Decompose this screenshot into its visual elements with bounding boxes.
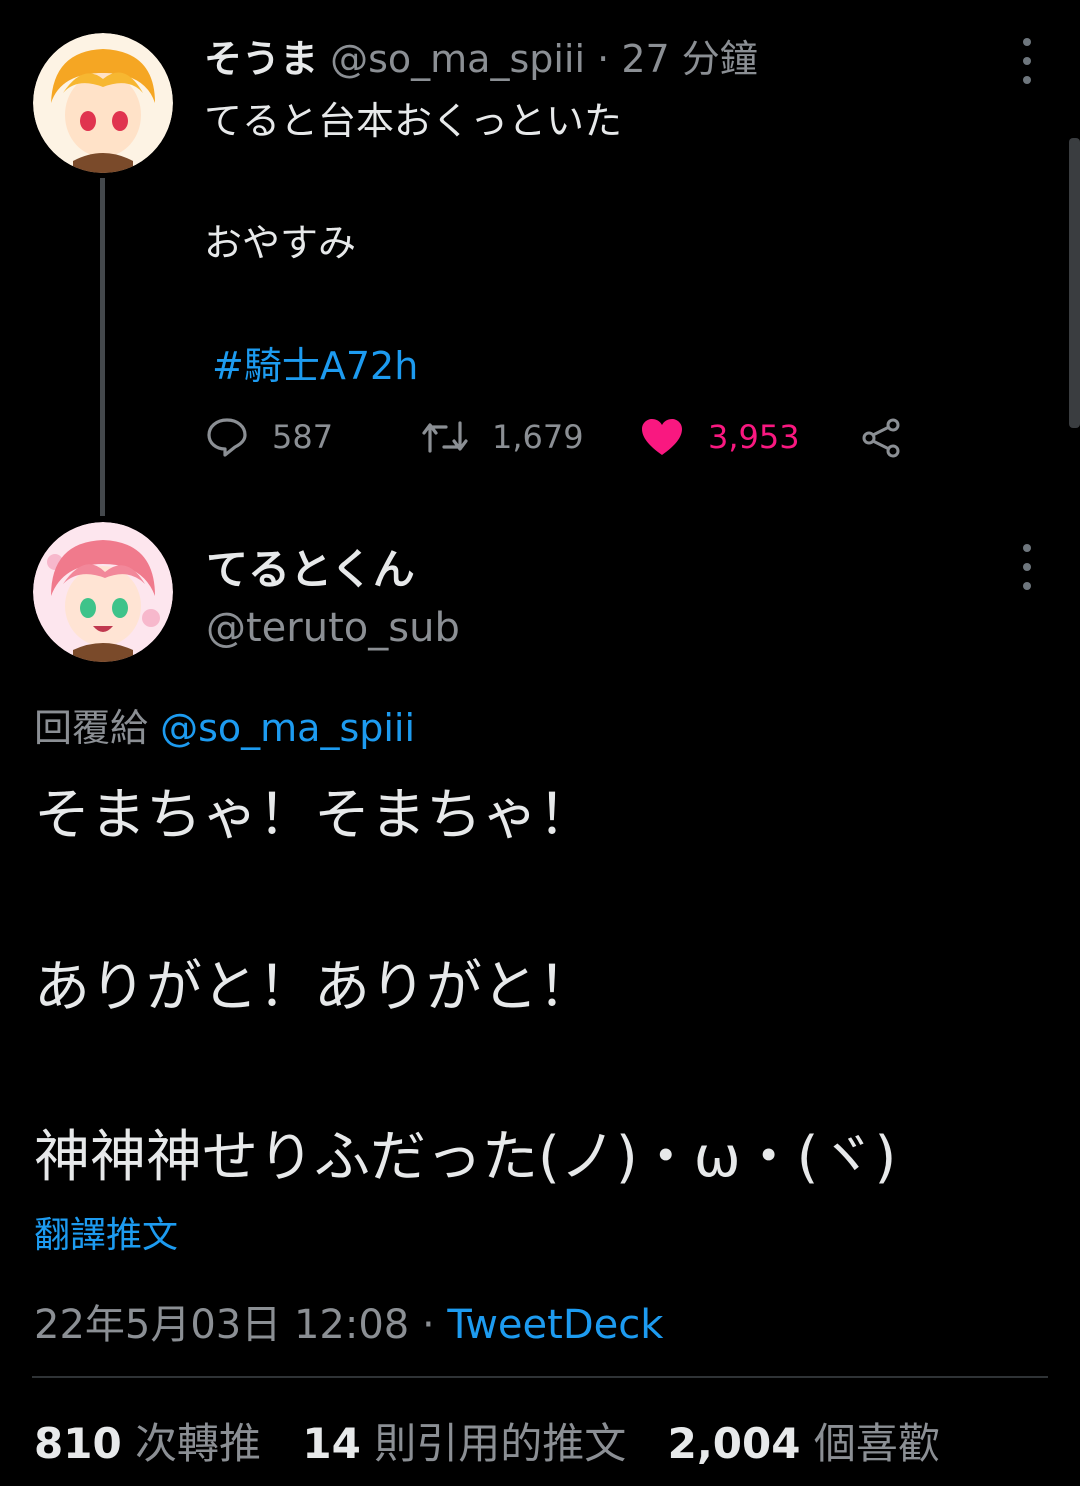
tweet2-handle[interactable]: @teruto_sub bbox=[206, 605, 460, 651]
reply-to-link[interactable]: @so_ma_spiii bbox=[160, 706, 415, 750]
tweet1-text-line1: てると台本おくっといた bbox=[204, 99, 623, 143]
more-icon[interactable] bbox=[1021, 544, 1033, 590]
retweets-label: 次轉推 bbox=[135, 1419, 262, 1468]
tweet2-display-name[interactable]: てるとくん bbox=[206, 536, 415, 597]
tweet2-text-line2: ありがと！ありがと！ bbox=[34, 955, 594, 1020]
tweet1-text-line2: おやすみ bbox=[204, 221, 357, 265]
thread-line bbox=[100, 178, 105, 516]
tweet1-header: そうま @so_ma_spiii · 27 分鐘 bbox=[204, 28, 758, 83]
quotes-count: 14 bbox=[302, 1419, 361, 1468]
tweet2-text-line3: 神神神せりふだった(ノ)・ω・(ヾ) bbox=[34, 1125, 897, 1190]
divider bbox=[32, 1376, 1048, 1378]
source-link[interactable]: TweetDeck bbox=[447, 1302, 663, 1348]
share-icon[interactable] bbox=[860, 417, 902, 463]
retweet-count: 1,679 bbox=[492, 418, 584, 456]
meta-separator: · bbox=[421, 1302, 435, 1348]
retweet-icon bbox=[422, 421, 468, 453]
tweet1-separator: · bbox=[597, 37, 610, 81]
quotes-label: 則引用的推文 bbox=[374, 1419, 627, 1468]
reply-prefix: 回覆給 bbox=[34, 706, 149, 750]
reply-icon bbox=[207, 418, 247, 457]
tweet1-display-name[interactable]: そうま bbox=[204, 37, 318, 81]
retweets-stat[interactable]: 810 次轉推 bbox=[34, 1419, 289, 1468]
tweet1-hashtag[interactable]: #騎士A72h bbox=[212, 335, 418, 390]
scrollbar[interactable] bbox=[1069, 138, 1080, 428]
like-count: 3,953 bbox=[708, 418, 800, 456]
timestamp[interactable]: 22年5月03日 12:08 bbox=[34, 1302, 409, 1348]
more-icon[interactable] bbox=[1021, 38, 1033, 84]
heart-icon bbox=[642, 419, 682, 455]
likes-stat[interactable]: 2,004 個喜歡 bbox=[668, 1419, 968, 1468]
tweet-meta: 22年5月03日 12:08 · TweetDeck bbox=[34, 1292, 663, 1350]
like-action[interactable]: 3,953 bbox=[640, 417, 800, 457]
likes-count: 2,004 bbox=[667, 1419, 801, 1468]
reply-count: 587 bbox=[272, 418, 334, 456]
tweet1-time[interactable]: 27 分鐘 bbox=[621, 37, 757, 81]
retweets-count: 810 bbox=[34, 1419, 122, 1468]
translate-link[interactable]: 翻譯推文 bbox=[34, 1206, 178, 1258]
likes-label: 個喜歡 bbox=[813, 1419, 940, 1468]
quotes-stat[interactable]: 14 則引用的推文 bbox=[302, 1419, 654, 1468]
tweet1-handle[interactable]: @so_ma_spiii bbox=[330, 37, 585, 81]
tweet2-text-line1: そまちゃ！そまちゃ！ bbox=[34, 783, 594, 848]
engagement-stats: 810 次轉推 14 則引用的推文 2,004 個喜歡 bbox=[34, 1410, 968, 1471]
reply-to-line: 回覆給 @so_ma_spiii bbox=[34, 697, 415, 752]
avatar-teruto[interactable] bbox=[33, 522, 173, 662]
reply-action[interactable]: 587 bbox=[206, 417, 333, 457]
retweet-action[interactable]: 1,679 bbox=[422, 417, 584, 457]
avatar-soma[interactable] bbox=[33, 33, 173, 173]
